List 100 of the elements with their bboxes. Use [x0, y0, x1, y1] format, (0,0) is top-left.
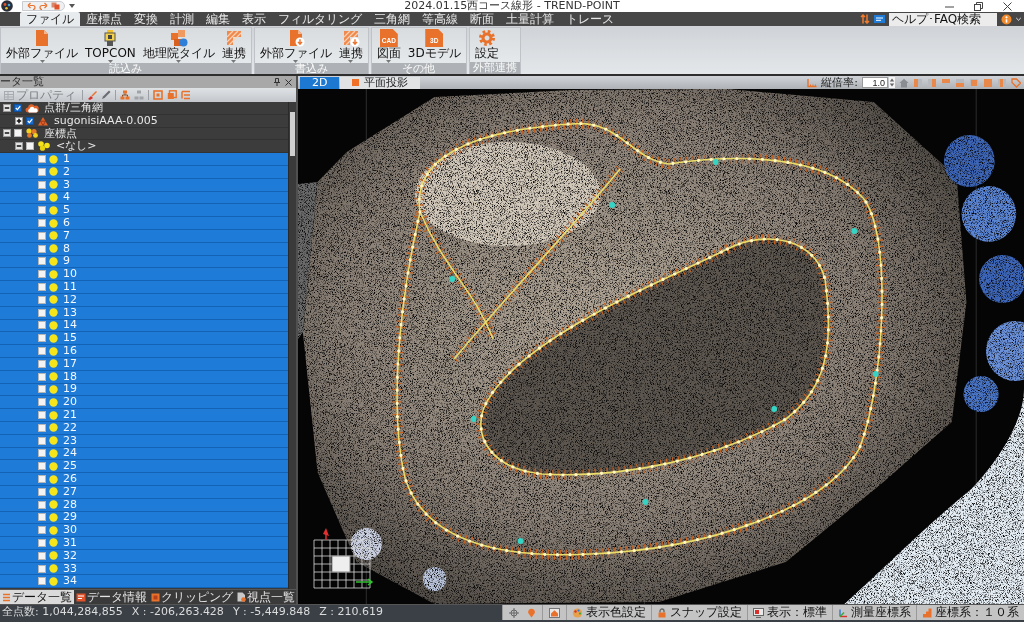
tree-item[interactable]: 21 [0, 409, 288, 422]
view-tab[interactable]: 2D [300, 76, 340, 89]
view-navigator-icon[interactable] [312, 526, 374, 590]
tree-item[interactable]: <なし> [0, 140, 288, 154]
checkbox[interactable] [38, 244, 46, 253]
checkbox[interactable] [38, 359, 46, 368]
tree-item[interactable]: 11 [0, 281, 288, 294]
menu-tab[interactable]: トレース [560, 12, 620, 26]
layers-icon[interactable] [51, 2, 60, 10]
scrollbar-thumb[interactable] [290, 112, 295, 156]
view-tab[interactable]: 平面投影 [340, 76, 421, 89]
collapse-icon[interactable] [3, 129, 11, 138]
checkbox[interactable] [38, 462, 46, 471]
checkbox[interactable] [38, 564, 46, 573]
tree-item[interactable]: 31 [0, 537, 288, 550]
collapse-icon[interactable] [15, 142, 23, 151]
status-bar-button[interactable]: スナップ設定 [651, 605, 747, 620]
close-icon[interactable] [1003, 1, 1012, 11]
checkbox[interactable] [38, 219, 46, 228]
home-icon[interactable] [899, 77, 909, 88]
pencil-icon[interactable] [101, 90, 111, 100]
menu-tab[interactable]: 土量計算 [500, 12, 560, 26]
menu-tab[interactable]: フィルタリング [272, 12, 368, 26]
checkbox[interactable] [38, 321, 46, 330]
help-search-field[interactable]: ヘルプ･FAQ検索 [889, 12, 997, 26]
panel-tab[interactable]: データ一覧 [0, 590, 74, 604]
menu-tab[interactable]: 断面 [464, 12, 500, 26]
status-bar-button[interactable]: 表示：標準 [747, 605, 832, 620]
checkbox[interactable] [38, 411, 46, 419]
tree-item[interactable]: 20 [0, 396, 288, 410]
ruler-icon[interactable] [807, 77, 818, 88]
home-box-icon[interactable] [549, 607, 560, 618]
checkbox[interactable] [38, 270, 46, 279]
checkbox[interactable] [38, 487, 46, 496]
ribbon-button[interactable]: 連携 [335, 29, 366, 63]
checkbox[interactable] [38, 539, 46, 547]
tree-item[interactable]: 26 [0, 473, 288, 486]
checkbox[interactable] [38, 308, 46, 317]
checkbox[interactable] [38, 193, 46, 202]
checkbox[interactable] [38, 283, 46, 292]
app-logo-icon[interactable] [0, 0, 14, 12]
ribbon-button[interactable]: TOPCON [82, 29, 139, 63]
chevron-down-icon[interactable] [1016, 17, 1021, 21]
checkbox[interactable] [38, 295, 46, 304]
frames-icon[interactable] [167, 90, 177, 100]
checkbox[interactable] [38, 500, 46, 509]
menu-tab[interactable]: 座標点 [80, 12, 128, 26]
checkbox[interactable] [38, 475, 46, 483]
checkbox[interactable] [38, 257, 46, 266]
tree-item[interactable]: 1 [0, 153, 288, 166]
menu-tab[interactable]: 三角網 [368, 12, 416, 26]
ribbon-button[interactable]: 設定 [471, 29, 502, 62]
sort-arrows-icon[interactable] [860, 14, 870, 24]
panel-tab[interactable]: クリッピング [149, 590, 235, 604]
spinner-icon[interactable] [889, 77, 895, 88]
vertical-scale-field[interactable]: 1.0 [862, 77, 888, 88]
checkbox[interactable] [14, 129, 22, 138]
list-indent-icon[interactable] [181, 90, 191, 100]
checkbox[interactable] [38, 372, 46, 381]
hierarchy-icon[interactable] [120, 90, 130, 100]
undo-icon[interactable] [27, 2, 36, 10]
ribbon-button[interactable]: 外部ファイル [3, 29, 81, 63]
tree-item[interactable]: 30 [0, 524, 288, 538]
tree-item[interactable]: 点群/三角網 [0, 102, 288, 115]
checkbox[interactable] [38, 231, 46, 240]
panel-tab[interactable]: データ情報 [74, 590, 149, 604]
status-bar-button[interactable]: 測量座標系 [832, 605, 916, 620]
close-icon[interactable] [285, 78, 292, 86]
marker-icon[interactable] [527, 607, 536, 618]
checkbox[interactable] [14, 103, 22, 112]
tree-item[interactable]: 10 [0, 268, 288, 282]
checkbox[interactable] [38, 513, 46, 522]
restore-icon[interactable] [974, 1, 983, 11]
tree-item[interactable]: 15 [0, 332, 288, 346]
ribbon-button[interactable]: 外部ファイル [256, 29, 335, 63]
menu-tab[interactable]: 等高線 [416, 12, 464, 26]
tree-item[interactable]: 5 [0, 204, 288, 218]
checkbox[interactable] [38, 577, 46, 586]
status-bar-button[interactable]: 表示色設定 [566, 605, 651, 620]
menu-tab[interactable]: 計測 [164, 12, 200, 26]
checkbox[interactable] [38, 551, 46, 560]
checkbox[interactable] [38, 449, 46, 458]
ribbon-button[interactable]: 連携 [218, 29, 249, 63]
brush-icon[interactable] [87, 90, 97, 100]
checkbox[interactable] [38, 436, 46, 445]
checkbox[interactable] [38, 423, 46, 432]
tree-item[interactable]: 34 [0, 575, 288, 589]
frame-icon[interactable] [153, 90, 163, 100]
menu-tab[interactable]: ファイル [20, 12, 80, 26]
redo-icon[interactable] [39, 2, 48, 10]
checkbox[interactable] [38, 398, 46, 407]
status-bar-button[interactable]: 座標系：１０系 [916, 605, 1024, 620]
scrollbar[interactable] [288, 102, 296, 589]
info-icon[interactable] [1001, 13, 1012, 25]
crosshair-icon[interactable] [509, 607, 519, 618]
ribbon-button[interactable]: 地理院タイル [139, 29, 218, 63]
tree-item[interactable]: 6 [0, 217, 288, 230]
pin-icon[interactable] [274, 78, 280, 86]
checkbox[interactable] [38, 385, 46, 394]
checkbox[interactable] [38, 155, 46, 164]
